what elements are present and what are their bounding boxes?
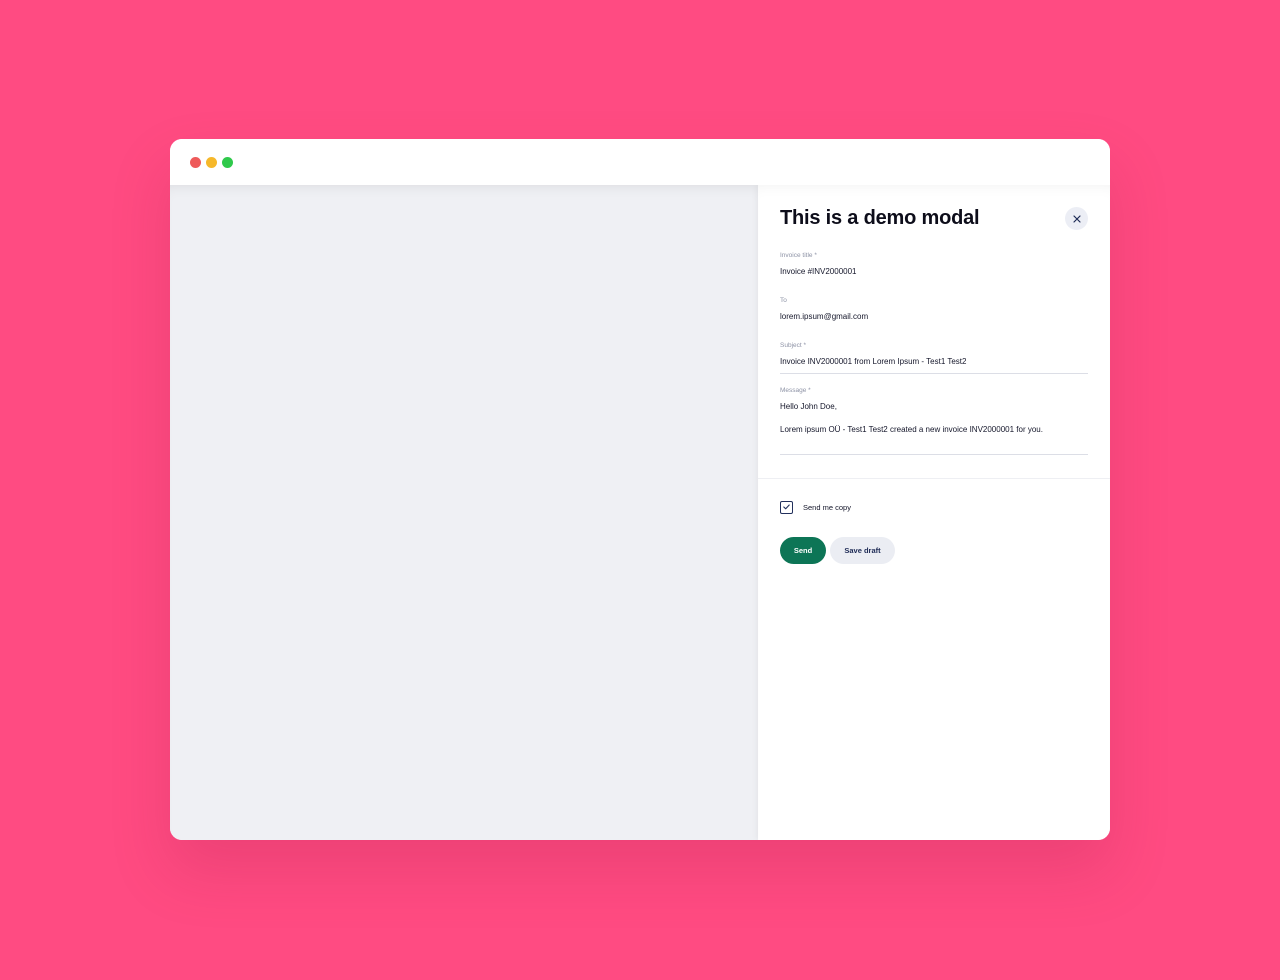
send-button[interactable]: Send xyxy=(780,537,826,564)
subject-field[interactable]: Subject * Invoice INV2000001 from Lorem … xyxy=(780,342,1088,374)
checkmark-icon xyxy=(783,503,790,512)
maximize-window-dot[interactable] xyxy=(222,157,233,168)
close-window-dot[interactable] xyxy=(190,157,201,168)
action-buttons: Send Save draft xyxy=(780,537,895,564)
invoice-title-label: Invoice title * xyxy=(780,252,817,259)
subject-value[interactable]: Invoice INV2000001 from Lorem Ipsum - Te… xyxy=(780,356,1088,367)
window-controls xyxy=(190,157,233,168)
modal-title: This is a demo modal xyxy=(780,207,980,229)
send-copy-label: Send me copy xyxy=(803,503,851,512)
minimize-window-dot[interactable] xyxy=(206,157,217,168)
to-value[interactable]: lorem.ipsum@gmail.com xyxy=(780,311,1088,322)
close-icon xyxy=(1072,212,1081,226)
section-divider xyxy=(758,478,1110,479)
message-line-1[interactable]: Hello John Doe, xyxy=(780,401,1088,412)
close-button[interactable] xyxy=(1065,207,1088,230)
subject-label: Subject * xyxy=(780,342,807,349)
invoice-title-value[interactable]: Invoice #INV2000001 xyxy=(780,266,1088,277)
to-field[interactable]: To lorem.ipsum@gmail.com xyxy=(780,297,1088,322)
message-label: Message * xyxy=(780,387,811,394)
browser-window: This is a demo modal Invoice title * Inv… xyxy=(170,139,1110,840)
send-copy-checkbox[interactable] xyxy=(780,501,793,514)
modal-panel: This is a demo modal Invoice title * Inv… xyxy=(758,185,1110,840)
page-backdrop[interactable] xyxy=(170,185,758,840)
invoice-title-field[interactable]: Invoice title * Invoice #INV2000001 xyxy=(780,252,1088,277)
send-copy-row[interactable]: Send me copy xyxy=(780,501,851,514)
window-titlebar xyxy=(170,139,1110,185)
window-content: This is a demo modal Invoice title * Inv… xyxy=(170,185,1110,840)
to-label: To xyxy=(780,297,787,304)
message-field[interactable]: Message * Hello John Doe, Lorem ipsum OÜ… xyxy=(780,387,1088,455)
message-line-2[interactable]: Lorem ipsum OÜ - Test1 Test2 created a n… xyxy=(780,424,1088,435)
save-draft-button[interactable]: Save draft xyxy=(830,537,895,564)
